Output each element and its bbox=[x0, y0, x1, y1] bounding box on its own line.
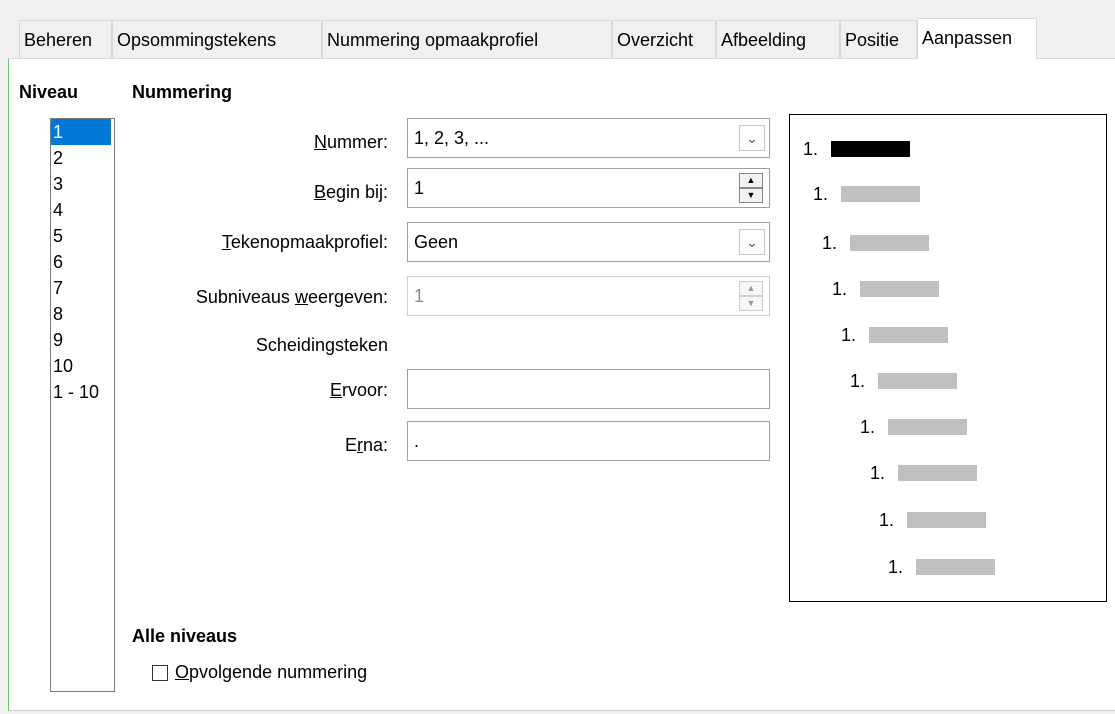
preview-number: 1. bbox=[822, 233, 838, 253]
preview-bar bbox=[869, 327, 948, 343]
consecutive-numbering-checkbox[interactable] bbox=[152, 665, 168, 681]
spin-down-icon[interactable]: ▼ bbox=[739, 188, 763, 203]
number-dropdown[interactable]: 1, 2, 3, ... ⌄ bbox=[407, 118, 770, 158]
char-style-label: Tekenopmaakprofiel: bbox=[221, 232, 388, 252]
numbering-heading: Nummering bbox=[132, 82, 233, 102]
sublevels-label: Subniveaus weergeven: bbox=[195, 287, 388, 307]
preview-number: 1. bbox=[841, 325, 857, 345]
chevron-down-icon[interactable]: ⌄ bbox=[739, 125, 765, 151]
tab-overzicht[interactable]: Overzicht bbox=[612, 20, 716, 58]
all-levels-heading: Alle niveaus bbox=[132, 626, 238, 646]
tab-nummering-opmaakprofiel[interactable]: Nummering opmaakprofiel bbox=[322, 20, 612, 58]
sublevels-value: 1 bbox=[414, 286, 425, 306]
after-value: . bbox=[414, 431, 420, 451]
preview-number: 1. bbox=[888, 557, 904, 577]
start-at-spinbox[interactable]: 1 ▲ ▼ bbox=[407, 168, 770, 208]
preview-number: 1. bbox=[870, 463, 886, 483]
after-input[interactable]: . bbox=[407, 421, 770, 461]
preview-bar bbox=[831, 141, 910, 157]
after-label: Erna: bbox=[344, 435, 388, 455]
preview-number: 1. bbox=[879, 510, 895, 530]
preview-number: 1. bbox=[860, 417, 876, 437]
tab-afbeelding[interactable]: Afbeelding bbox=[716, 20, 840, 58]
preview-bar bbox=[907, 512, 986, 528]
consecutive-numbering-label[interactable]: Opvolgende nummering bbox=[175, 662, 367, 683]
preview-bar bbox=[860, 281, 939, 297]
level-heading: Niveau bbox=[19, 82, 79, 102]
preview-number: 1. bbox=[832, 279, 848, 299]
preview-bar bbox=[841, 186, 920, 202]
before-label: Ervoor: bbox=[329, 380, 388, 400]
spin-down-icon[interactable]: ▼ bbox=[739, 296, 763, 311]
preview-number: 1. bbox=[813, 184, 829, 204]
tab-aanpassen[interactable]: Aanpassen bbox=[917, 18, 1037, 59]
level-list[interactable]: 1 2 3 4 5 6 7 8 9 10 1 - 10 bbox=[50, 118, 115, 692]
char-style-value: Geen bbox=[414, 232, 459, 252]
separator-heading: Scheidingsteken bbox=[255, 335, 388, 355]
tab-positie[interactable]: Positie bbox=[840, 20, 917, 58]
char-style-dropdown[interactable]: Geen ⌄ bbox=[407, 222, 770, 262]
preview-number: 1. bbox=[803, 139, 819, 159]
preview-number: 1. bbox=[850, 371, 866, 391]
spin-up-icon[interactable]: ▲ bbox=[739, 173, 763, 188]
numbering-preview: 1. 1. 1. 1. 1. 1. 1. 1. 1. 1. bbox=[789, 114, 1107, 602]
tab-beheren[interactable]: Beheren bbox=[19, 20, 112, 58]
tab-opsommingstekens[interactable]: Opsommingstekens bbox=[112, 20, 322, 58]
preview-bar bbox=[898, 465, 977, 481]
number-label: Nummer: bbox=[313, 132, 388, 152]
preview-bar bbox=[888, 419, 967, 435]
before-input[interactable] bbox=[407, 369, 770, 409]
chevron-down-icon[interactable]: ⌄ bbox=[739, 229, 765, 255]
preview-bar bbox=[850, 235, 929, 251]
preview-bar bbox=[878, 373, 957, 389]
start-label: Begin bij: bbox=[313, 182, 388, 202]
spin-up-icon[interactable]: ▲ bbox=[739, 281, 763, 296]
number-value: 1, 2, 3, ... bbox=[414, 128, 490, 148]
start-value: 1 bbox=[414, 178, 425, 198]
sublevels-spinbox[interactable]: 1 ▲ ▼ bbox=[407, 276, 770, 316]
preview-bar bbox=[916, 559, 995, 575]
